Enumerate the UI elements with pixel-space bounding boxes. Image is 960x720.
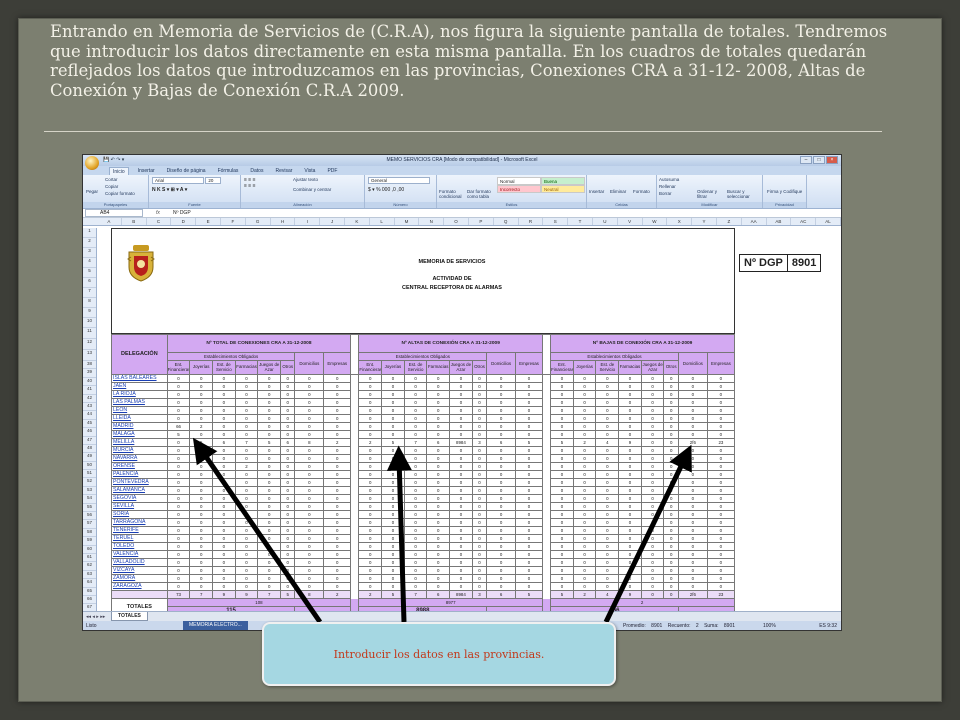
callout-text: Introducir los datos en las provincias. [333, 648, 545, 661]
arrow-to-conexiones [192, 437, 323, 624]
callout-box: Introducir los datos en las provincias. [262, 622, 616, 686]
arrow-to-bajas [603, 444, 692, 624]
office-button-icon[interactable] [85, 156, 99, 170]
arrow-to-altas [386, 445, 412, 623]
arrows-overlay [192, 437, 692, 624]
